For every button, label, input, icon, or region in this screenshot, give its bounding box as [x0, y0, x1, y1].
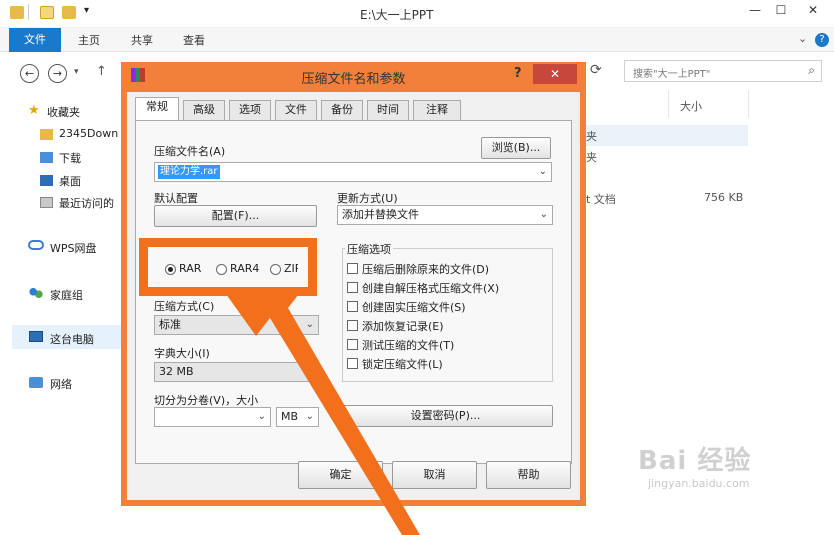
watermark-url: jingyan.baidu.com: [648, 477, 750, 490]
arrow-shape: [226, 290, 420, 535]
watermark-brand: Bai 经验: [638, 446, 752, 476]
baidu-watermark: Bai 经验 jingyan.baidu.com: [638, 440, 751, 490]
